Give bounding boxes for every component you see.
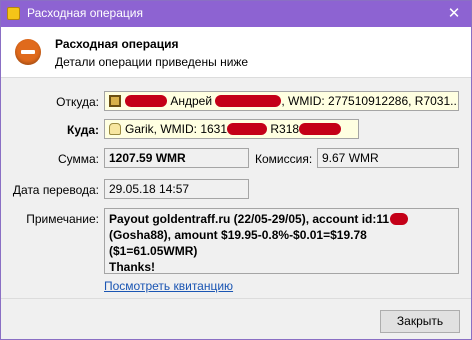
close-button[interactable]: Закрыть bbox=[380, 310, 460, 333]
to-label: Куда: bbox=[67, 123, 99, 137]
note-line: Payout goldentraff.ru (22/05-29/05), acc… bbox=[109, 211, 454, 227]
redaction bbox=[227, 123, 268, 135]
note-label: Примечание: bbox=[26, 212, 99, 226]
redaction bbox=[215, 95, 282, 107]
wallet-box-icon bbox=[109, 95, 121, 107]
sum-field[interactable]: 1207.59 WMR bbox=[104, 148, 249, 168]
stop-icon bbox=[15, 39, 41, 65]
to-field[interactable]: Garik, WMID: 1631 R318 bbox=[104, 119, 359, 139]
to-value-a: Garik, WMID: 1631 bbox=[125, 122, 228, 136]
header-panel: Расходная операция Детали операции приве… bbox=[1, 27, 471, 78]
view-receipt-link[interactable]: Посмотреть квитанцию bbox=[104, 279, 233, 293]
header-title: Расходная операция bbox=[55, 37, 179, 51]
from-value-b: , WMID: 277510912286, R7031... bbox=[281, 94, 459, 108]
date-label: Дата перевода: bbox=[12, 183, 99, 197]
note-line3: Thanks! bbox=[109, 260, 156, 274]
window-title: Расходная операция bbox=[27, 6, 143, 20]
header-subtitle: Детали операции приведены ниже bbox=[55, 55, 249, 69]
from-label: Откуда: bbox=[56, 95, 99, 109]
title-bar[interactable]: Расходная операция ✕ bbox=[1, 1, 471, 27]
redaction bbox=[390, 213, 409, 225]
sum-label: Сумма: bbox=[57, 152, 99, 166]
note-line1: Payout goldentraff.ru (22/05-29/05), acc… bbox=[109, 212, 390, 226]
note-field[interactable]: Payout goldentraff.ru (22/05-29/05), acc… bbox=[104, 208, 459, 274]
wallet-icon bbox=[7, 7, 20, 20]
commission-field[interactable]: 9.67 WMR bbox=[317, 148, 459, 168]
commission-label: Комиссия: bbox=[255, 152, 313, 166]
from-value-a: Андрей bbox=[170, 94, 213, 108]
person-icon bbox=[109, 123, 121, 135]
transaction-window: Расходная операция ✕ Расходная операция … bbox=[0, 0, 472, 340]
to-value-b: R318 bbox=[270, 122, 300, 136]
close-window-button[interactable]: ✕ bbox=[437, 1, 471, 27]
redaction bbox=[299, 123, 342, 135]
from-field[interactable]: Андрей , WMID: 277510912286, R7031... bbox=[104, 91, 459, 111]
note-line2: (Gosha88), amount $19.95-0.8%-$0.01=$19.… bbox=[109, 228, 367, 258]
divider bbox=[1, 298, 471, 299]
redaction bbox=[125, 95, 167, 107]
date-field[interactable]: 29.05.18 14:57 bbox=[104, 179, 249, 199]
